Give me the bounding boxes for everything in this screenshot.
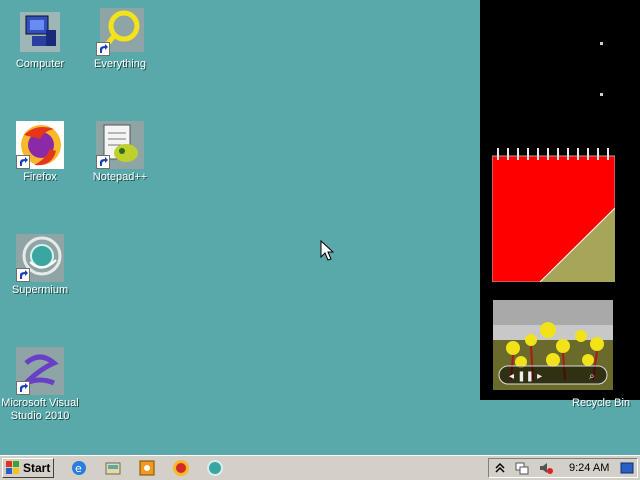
- desktop-icon-label: Everything: [94, 58, 146, 70]
- supermium-icon: [16, 234, 64, 282]
- show-desktop-icon[interactable]: [104, 459, 122, 477]
- keyboard-icon[interactable]: [620, 461, 634, 475]
- svg-text:◂ ❚❚ ▸: ◂ ❚❚ ▸: [509, 371, 542, 382]
- sidebar-control-dot[interactable]: [600, 93, 603, 96]
- gadget-sidebar: ◂ ❚❚ ▸ ⌕: [480, 0, 640, 400]
- visual-studio-icon: [16, 347, 64, 395]
- internet-explorer-icon[interactable]: e: [70, 459, 88, 477]
- shortcut-arrow-icon: [96, 42, 110, 56]
- svg-text:e: e: [75, 462, 82, 475]
- clock[interactable]: 9:24 AM: [569, 462, 609, 474]
- sidebar-control-dot[interactable]: [600, 42, 603, 45]
- svg-text:⌕: ⌕: [589, 371, 595, 382]
- start-button[interactable]: Start: [2, 458, 54, 478]
- desktop-icon-label: Microsoft Visual Studio 2010: [1, 397, 79, 422]
- desktop-icon-label: Supermium: [11, 284, 69, 296]
- desktop-icon-label: Computer: [15, 58, 65, 70]
- supermium-quicklaunch-icon[interactable]: [206, 459, 224, 477]
- desktop-icon-supermium[interactable]: Supermium: [0, 234, 80, 297]
- mouse-cursor-icon: [320, 240, 334, 261]
- windows-logo-icon: [6, 461, 19, 474]
- taskbar: Start e 9:24 AM: [0, 455, 640, 480]
- shortcut-arrow-icon: [16, 268, 30, 282]
- shortcut-arrow-icon: [16, 155, 30, 169]
- media-player-icon[interactable]: [138, 459, 156, 477]
- start-label: Start: [23, 461, 51, 475]
- show-hidden-icons-chevron-icon[interactable]: [493, 461, 507, 475]
- everything-search-icon: [96, 8, 144, 56]
- network-icon[interactable]: [515, 461, 529, 475]
- desktop-icon-computer[interactable]: Computer: [0, 8, 80, 71]
- notepadpp-icon: [96, 121, 144, 169]
- desktop-icon-visual-studio[interactable]: Microsoft Visual Studio 2010: [0, 347, 80, 423]
- slideshow-gadget[interactable]: ◂ ❚❚ ▸ ⌕: [493, 300, 613, 390]
- shortcut-arrow-icon: [16, 381, 30, 395]
- system-tray: 9:24 AM: [488, 458, 638, 478]
- desktop-icon-label: Firefox: [23, 171, 57, 183]
- firefox-icon: [16, 121, 64, 169]
- computer-icon: [16, 8, 64, 56]
- volume-muted-icon[interactable]: [539, 461, 553, 475]
- desktop-icon-notepadpp[interactable]: Notepad++: [80, 121, 160, 184]
- notes-gadget[interactable]: [492, 146, 615, 282]
- firefox-quicklaunch-icon[interactable]: [172, 459, 190, 477]
- desktop-icon-label: Notepad++: [92, 171, 148, 183]
- recycle-bin-label[interactable]: Recycle Bin: [572, 397, 630, 409]
- desktop-icon-everything[interactable]: Everything: [80, 8, 160, 71]
- shortcut-arrow-icon: [96, 155, 110, 169]
- desktop-icon-firefox[interactable]: Firefox: [0, 121, 80, 184]
